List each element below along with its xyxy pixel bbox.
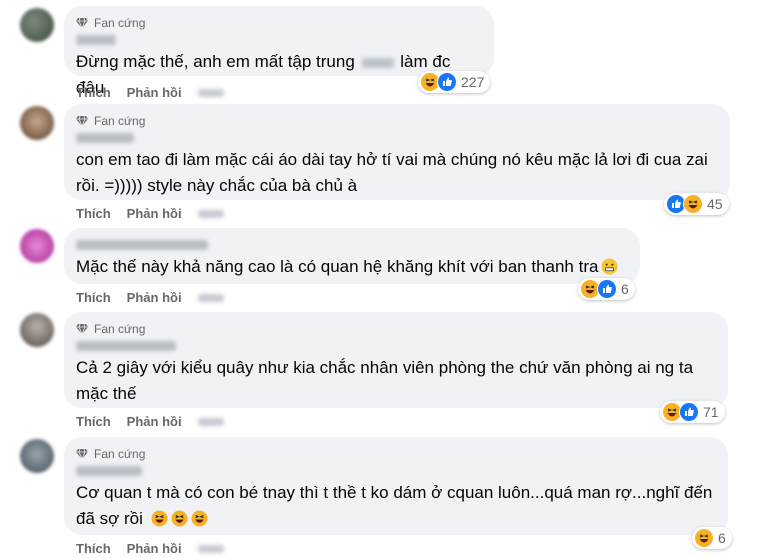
comment-actions: Thích Phản hồi: [76, 541, 224, 556]
comment-bubble: Fan cứng Đừng mặc thế, anh em mất tập tr…: [64, 6, 494, 97]
reaction-count: 71: [703, 404, 719, 420]
reply-button[interactable]: Phản hồi: [127, 541, 182, 556]
laughing-emoji-icon: [171, 510, 188, 527]
reaction-count: 227: [461, 74, 485, 90]
like-icon: [679, 402, 699, 422]
like-icon: [597, 279, 617, 299]
diamond-icon: [76, 324, 88, 334]
comment-text: con em tao đi làm mặc cái áo dài tay hở …: [76, 150, 708, 195]
like-button[interactable]: Thích: [76, 85, 111, 100]
like-button[interactable]: Thích: [76, 414, 111, 429]
badge-label: Fan cứng: [94, 16, 146, 30]
timestamp[interactable]: [197, 293, 224, 302]
avatar[interactable]: [20, 8, 54, 42]
blurred-author-name[interactable]: [76, 466, 142, 476]
laughing-emoji-icon: [151, 510, 168, 527]
comment-bubble: Fan cứng Cơ quan t mà có con bé tnay thì…: [64, 437, 728, 535]
censored-word: [361, 57, 394, 68]
reaction-summary[interactable]: 6: [692, 527, 732, 549]
reaction-count: 6: [718, 530, 726, 546]
blurred-author-name[interactable]: [76, 341, 176, 351]
comment-text: Cơ quan t mà có con bé tnay thì t thề t …: [76, 483, 713, 528]
timestamp[interactable]: [197, 88, 224, 97]
avatar[interactable]: [20, 106, 54, 140]
top-fan-badge: Fan cứng: [76, 112, 718, 130]
reaction-summary[interactable]: 71: [660, 401, 725, 423]
blurred-author-name[interactable]: [76, 35, 116, 45]
timestamp[interactable]: [197, 544, 224, 553]
blurred-author-name[interactable]: [76, 133, 134, 143]
badge-label: Fan cứng: [94, 447, 146, 461]
like-icon: [437, 72, 457, 92]
reaction-count: 6: [621, 281, 629, 297]
comment-text: Cả 2 giây với kiểu quây như kia chắc nhâ…: [76, 358, 694, 403]
timestamp[interactable]: [197, 417, 224, 426]
reaction-summary[interactable]: 45: [664, 193, 729, 215]
diamond-icon: [76, 116, 88, 126]
reply-button[interactable]: Phản hồi: [127, 85, 182, 100]
reaction-summary[interactable]: 227: [418, 71, 491, 93]
top-fan-badge: Fan cứng: [76, 14, 482, 32]
avatar[interactable]: [20, 229, 54, 263]
comment-actions: Thích Phản hồi: [76, 414, 224, 429]
like-button[interactable]: Thích: [76, 290, 111, 305]
comment-actions: Thích Phản hồi: [76, 206, 224, 221]
comment-bubble: Mặc thế này khả năng cao là có quan hệ k…: [64, 228, 640, 284]
diamond-icon: [76, 18, 88, 28]
blurred-author-name[interactable]: [76, 240, 208, 250]
laughing-emoji-icon: [191, 510, 208, 527]
reaction-count: 45: [707, 196, 723, 212]
comment-actions: Thích Phản hồi: [76, 85, 224, 100]
timestamp[interactable]: [197, 209, 224, 218]
top-fan-badge: Fan cứng: [76, 445, 716, 463]
like-button[interactable]: Thích: [76, 541, 111, 556]
reply-button[interactable]: Phản hồi: [127, 290, 182, 305]
comment-text: Mặc thế này khả năng cao là có quan hệ k…: [76, 254, 628, 280]
grimace-emoji-icon: [601, 258, 618, 275]
haha-icon: [683, 194, 703, 214]
avatar[interactable]: [20, 313, 54, 347]
haha-icon: [694, 528, 714, 548]
top-fan-badge: Fan cứng: [76, 320, 716, 338]
diamond-icon: [76, 449, 88, 459]
reply-button[interactable]: Phản hồi: [127, 206, 182, 221]
badge-label: Fan cứng: [94, 114, 146, 128]
reaction-summary[interactable]: 6: [578, 278, 635, 300]
comment-actions: Thích Phản hồi: [76, 290, 224, 305]
like-button[interactable]: Thích: [76, 206, 111, 221]
badge-label: Fan cứng: [94, 322, 146, 336]
reply-button[interactable]: Phản hồi: [127, 414, 182, 429]
comment-bubble: Fan cứng Cả 2 giây với kiểu quây như kia…: [64, 312, 728, 408]
avatar[interactable]: [20, 439, 54, 473]
comment-bubble: Fan cứng con em tao đi làm mặc cái áo dà…: [64, 104, 730, 200]
